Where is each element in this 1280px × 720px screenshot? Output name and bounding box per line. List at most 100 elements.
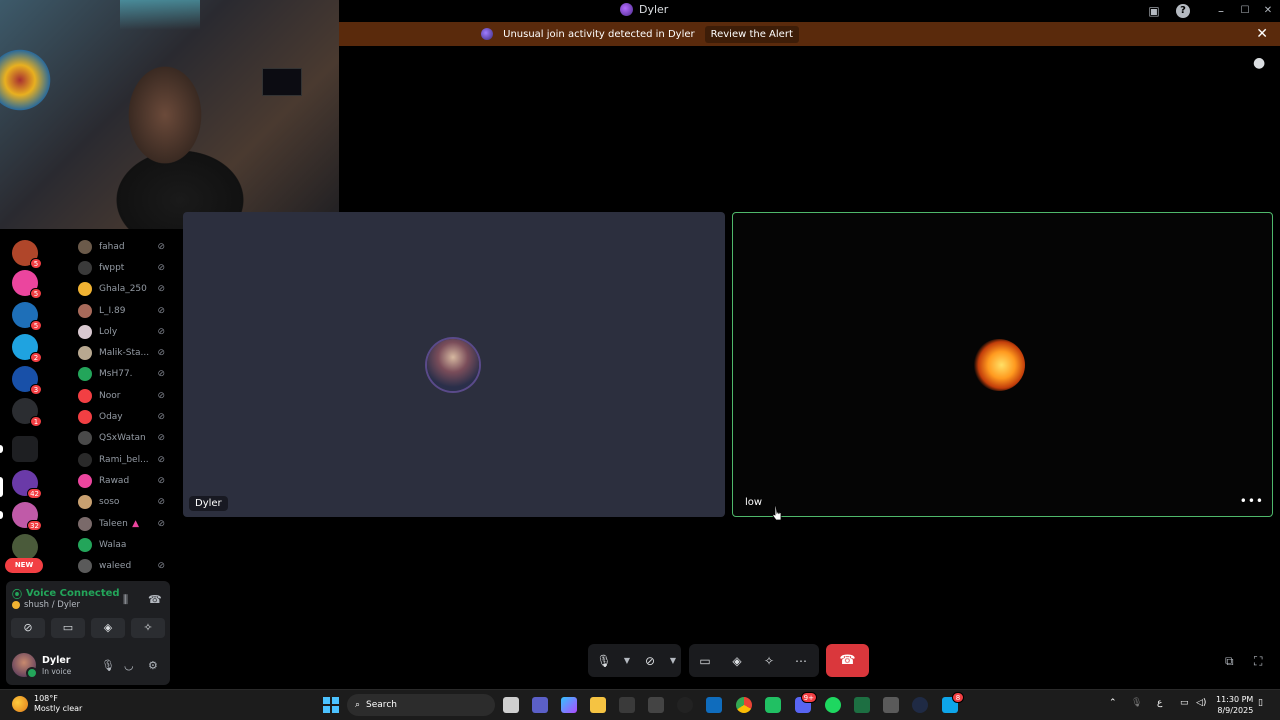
microphone-button[interactable]: 🎙 [588, 654, 620, 668]
server-icon-1[interactable]: 5 [12, 240, 42, 269]
search-placeholder: Search [366, 700, 397, 710]
deafened-icon: ⊘ [157, 561, 165, 572]
mic-options-chevron-icon[interactable]: ▼ [620, 656, 634, 665]
user-avatar[interactable] [12, 653, 38, 679]
list-item[interactable]: QSxWatan ⊘ [70, 428, 175, 449]
list-item[interactable]: Walaa [70, 534, 175, 555]
fullscreen-icon[interactable]: ⛶ [1254, 654, 1262, 669]
list-item[interactable]: Rami_bel... ⊘ [70, 449, 175, 470]
camera-off-button[interactable]: ⊘ [11, 618, 45, 638]
close-alert-icon[interactable]: ✕ [1256, 26, 1268, 42]
noise-suppression-icon[interactable]: ⫼ [123, 593, 128, 607]
list-item[interactable]: Ghala_250 ⊘ [70, 279, 175, 300]
server-icon-3[interactable]: 5 [12, 302, 42, 331]
volume-icon[interactable]: ◁) [1196, 698, 1206, 708]
server-icon-4[interactable]: 2 [12, 334, 42, 363]
server-icon-10[interactable] [12, 534, 38, 560]
avatar [78, 388, 92, 403]
voice-channel[interactable]: shush / Dyler [12, 600, 80, 610]
server-icon-9[interactable]: 32 [12, 502, 42, 531]
close-button[interactable]: ✕ [1261, 4, 1275, 18]
list-item[interactable]: MsH77. ⊘ [70, 364, 175, 385]
end-call-button[interactable]: ☎ [826, 644, 869, 677]
language-indicator[interactable]: ع [1157, 698, 1162, 708]
pop-out-icon[interactable]: ⧉ [1225, 654, 1234, 669]
store-app-icon[interactable]: 8 [942, 692, 964, 713]
list-item[interactable]: Taleen ▲ ⊘ [70, 513, 175, 534]
deafened-icon: ⊘ [157, 284, 165, 295]
camera-off-icon[interactable]: ⊘ [634, 654, 666, 668]
copilot-icon[interactable] [561, 697, 577, 713]
list-item[interactable]: L_I.89 ⊘ [70, 300, 175, 321]
weather-widget[interactable]: 108°F Mostly clear [12, 694, 82, 714]
maximize-button[interactable]: ☐ [1238, 4, 1252, 18]
github-icon[interactable] [677, 697, 693, 713]
whatsapp-icon[interactable] [765, 697, 781, 713]
headphones-icon[interactable]: ◡ [124, 659, 134, 672]
avatar [78, 410, 92, 425]
spotify-icon[interactable] [825, 697, 841, 713]
avatar [78, 431, 92, 446]
deafened-icon: ⊘ [157, 390, 165, 401]
chat-bubble-icon[interactable]: ● [1253, 55, 1269, 71]
review-alert-button[interactable]: Review the Alert [704, 25, 799, 43]
telegram-icon[interactable] [883, 697, 899, 713]
list-item[interactable]: Loly ⊘ [70, 321, 175, 342]
disconnect-icon[interactable]: ☎ [148, 593, 162, 606]
store-badge: 8 [952, 692, 964, 703]
inbox-icon[interactable]: ▣ [1147, 4, 1161, 18]
deafened-icon: ⊘ [157, 412, 165, 423]
store-icon[interactable] [619, 697, 635, 713]
screen-share-button[interactable]: ▭ [51, 618, 85, 638]
activity-icon[interactable]: ◈ [721, 654, 753, 668]
settings-gear-icon[interactable]: ⚙ [148, 659, 158, 672]
outlook-icon[interactable] [706, 697, 722, 713]
soundboard-button[interactable]: ✧ [131, 618, 165, 638]
microphone-icon[interactable]: 🎙 [101, 659, 115, 672]
help-icon[interactable]: ? [1176, 4, 1190, 18]
list-item[interactable]: Oday ⊘ [70, 406, 175, 427]
participant-tile-low[interactable]: low ••• [732, 212, 1273, 517]
list-item[interactable]: waleed ⊘ [70, 555, 175, 576]
discord-icon[interactable]: 9+ [795, 692, 817, 713]
activities-button[interactable]: ◈ [91, 618, 125, 638]
chrome-icon[interactable] [736, 697, 752, 713]
screen-share-icon[interactable]: ▭ [689, 654, 721, 668]
network-icon[interactable]: ▭ [1180, 698, 1189, 708]
server-icon-6[interactable]: 1 [12, 398, 42, 427]
app-icon[interactable] [912, 697, 928, 713]
teams-icon[interactable] [532, 697, 548, 713]
list-item[interactable]: Noor ⊘ [70, 385, 175, 406]
minimize-button[interactable]: – [1214, 4, 1228, 18]
list-item[interactable]: fahad ⊘ [70, 236, 175, 257]
taskbar-search[interactable]: ⌕ Search [347, 694, 495, 716]
file-explorer-icon[interactable] [590, 697, 606, 713]
notifications-icon[interactable]: ▯ [1258, 698, 1263, 708]
more-options-icon[interactable]: ••• [1240, 494, 1264, 508]
deafened-icon: ⊘ [157, 326, 165, 337]
more-icon[interactable]: ⋯ [785, 654, 817, 668]
soundboard-icon[interactable]: ✧ [753, 654, 785, 668]
server-icon-7[interactable] [12, 436, 38, 462]
windows-start-icon[interactable] [323, 697, 339, 713]
tray-chevron-icon[interactable]: ⌃ [1109, 698, 1117, 708]
list-item[interactable]: soso ⊘ [70, 492, 175, 513]
avatar [78, 473, 92, 488]
task-view-icon[interactable] [503, 697, 519, 713]
list-item[interactable]: fwppt ⊘ [70, 257, 175, 278]
deafened-icon: ⊘ [157, 305, 165, 316]
weather-desc: Mostly clear [34, 704, 83, 713]
tray-mic-icon[interactable]: 🎙 [1131, 698, 1142, 708]
taskbar-clock[interactable]: 11:30 PM 8/9/2025 [1216, 694, 1253, 716]
list-item[interactable]: Rawad ⊘ [70, 470, 175, 491]
server-icon-5[interactable]: 3 [12, 366, 42, 395]
excel-icon[interactable] [854, 697, 870, 713]
server-icon-8[interactable]: 42 [12, 470, 42, 499]
app-icon[interactable] [648, 697, 664, 713]
webcam-background-screen [262, 68, 302, 96]
camera-options-chevron-icon[interactable]: ▼ [666, 656, 680, 665]
participant-avatar [973, 339, 1025, 391]
participant-tile-dyler[interactable]: Dyler [183, 212, 725, 517]
server-icon-2[interactable]: 5 [12, 270, 42, 299]
list-item[interactable]: Malik-Sta... ⊘ [70, 342, 175, 363]
